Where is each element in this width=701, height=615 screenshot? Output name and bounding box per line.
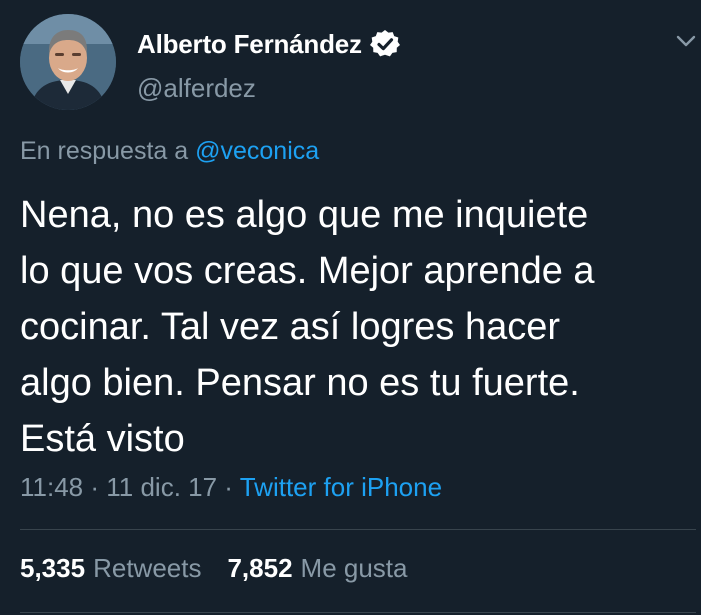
reply-context: En respuesta a @veconica [20, 137, 319, 166]
likes-count: 7,852 [227, 553, 293, 583]
tweet-meta: 11:48 · 11 dic. 17 · Twitter for iPhone [20, 472, 442, 503]
likes-label: Me gusta [300, 553, 408, 583]
meta-separator: · [217, 472, 240, 502]
tweet-date[interactable]: 11 dic. 17 [106, 472, 217, 502]
profile-photo [20, 14, 116, 110]
tweet-source-link[interactable]: Twitter for iPhone [240, 472, 442, 502]
tweet-time[interactable]: 11:48 [20, 472, 83, 502]
tweet-stats: 5,335 Retweets 7,852 Me gusta [20, 553, 408, 584]
tweet-detail: Alberto Fernández @alferdez En respuesta… [0, 0, 701, 615]
likes-stat[interactable]: 7,852 Me gusta [227, 553, 407, 584]
reply-target-link[interactable]: @veconica [195, 137, 319, 165]
retweets-stat[interactable]: 5,335 Retweets [20, 553, 201, 584]
meta-separator: · [83, 472, 107, 502]
verified-badge-icon [369, 29, 400, 57]
author-name-row[interactable]: Alberto Fernández [137, 24, 400, 64]
retweets-count: 5,335 [20, 553, 86, 583]
divider [20, 612, 696, 613]
author-handle[interactable]: @alferdez [137, 73, 256, 104]
reply-prefix: En respuesta a [20, 137, 189, 165]
display-name[interactable]: Alberto Fernández [137, 29, 362, 60]
divider [20, 529, 696, 530]
avatar[interactable] [20, 14, 116, 110]
chevron-down-icon[interactable] [676, 34, 696, 48]
retweets-label: Retweets [93, 553, 202, 583]
tweet-text: Nena, no es algo que me inquiete lo que … [20, 194, 595, 460]
